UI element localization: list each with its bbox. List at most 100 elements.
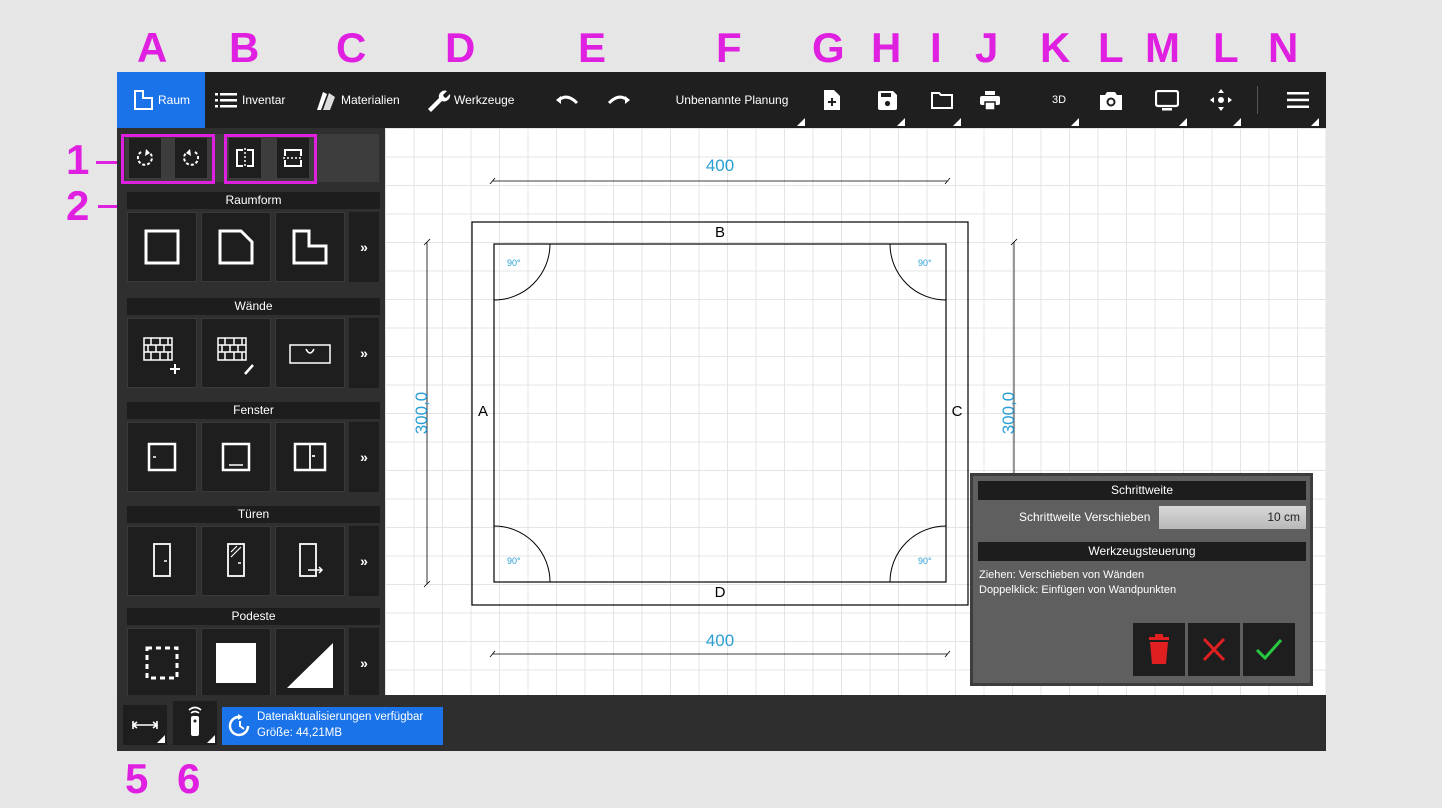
monitor-icon bbox=[1155, 89, 1179, 110]
cancel-button[interactable] bbox=[1188, 623, 1240, 676]
window-floor-button[interactable] bbox=[201, 422, 271, 492]
schrittweite-input[interactable]: 10 cm bbox=[1159, 506, 1306, 529]
door-single-button[interactable] bbox=[127, 526, 197, 596]
toolbar-divider bbox=[1257, 86, 1258, 114]
window-double-button[interactable] bbox=[275, 422, 345, 492]
new-file-icon bbox=[824, 90, 840, 110]
data-update-button[interactable]: Datenaktualisierungen verfügbar Größe: 4… bbox=[222, 707, 443, 745]
wall-label-c[interactable]: C bbox=[949, 403, 965, 420]
tool-control-panel: Schrittweite Schrittweite Verschieben 10… bbox=[970, 473, 1313, 686]
wall-label-d[interactable]: D bbox=[711, 584, 729, 601]
redo-icon bbox=[607, 95, 630, 105]
raumform-more-button[interactable]: » bbox=[349, 212, 379, 282]
platform-custom-button[interactable] bbox=[127, 628, 197, 695]
update-line-2: Größe: 44,21MB bbox=[257, 727, 343, 739]
annotation-box-2 bbox=[224, 134, 317, 184]
hamburger-menu-icon bbox=[1287, 92, 1309, 108]
dim-bottom-label: 400 bbox=[705, 631, 735, 650]
navigation-button[interactable] bbox=[1199, 72, 1243, 128]
window-single-button[interactable] bbox=[127, 422, 197, 492]
close-icon bbox=[1202, 637, 1226, 662]
tool-sidebar: Raumform » Wände » Fenster » Türen » Pod… bbox=[117, 128, 385, 695]
door-exit-button[interactable] bbox=[275, 526, 345, 596]
add-wall-icon bbox=[143, 337, 180, 374]
tab-werkzeuge[interactable]: Werkzeuge bbox=[425, 72, 525, 128]
dim-left-label: 300,0 bbox=[412, 391, 431, 435]
new-plan-button[interactable] bbox=[815, 72, 849, 128]
move-arrows-icon bbox=[1210, 89, 1232, 111]
corner-arc-tr bbox=[889, 243, 947, 301]
marker-1: 1 bbox=[66, 136, 90, 183]
planning-name-button[interactable]: Unbenannte Planung bbox=[657, 72, 807, 128]
corner-arc-br bbox=[889, 525, 947, 583]
marker-h: H bbox=[871, 24, 902, 71]
marker-g: G bbox=[812, 24, 845, 71]
list-icon bbox=[215, 93, 237, 108]
square-room-icon bbox=[144, 229, 180, 265]
wall-label-a[interactable]: A bbox=[475, 403, 491, 420]
wall-label-b[interactable]: B bbox=[711, 224, 729, 241]
l-room-icon bbox=[292, 229, 328, 265]
dropdown-corner-icon bbox=[953, 118, 961, 126]
view-3d-button[interactable]: 3D bbox=[1037, 72, 1081, 128]
open-folder-button[interactable] bbox=[921, 72, 963, 128]
marker-b: B bbox=[229, 24, 260, 71]
tab-raum[interactable]: Raum bbox=[117, 72, 205, 128]
display-button[interactable] bbox=[1145, 72, 1189, 128]
tab-inventar-label: Inventar bbox=[242, 93, 286, 107]
tab-inventar[interactable]: Inventar bbox=[215, 72, 307, 128]
screenshot-button[interactable] bbox=[1093, 72, 1129, 128]
podeste-more-button[interactable]: » bbox=[349, 628, 379, 695]
marker-i: I bbox=[930, 24, 942, 71]
tab-materialien[interactable]: Materialien bbox=[313, 72, 409, 128]
materials-icon bbox=[317, 92, 335, 110]
angle-label-tl: 90° bbox=[507, 258, 521, 268]
delete-button[interactable] bbox=[1133, 623, 1185, 676]
marker-n: N bbox=[1268, 24, 1299, 71]
waende-more-button[interactable]: » bbox=[349, 318, 379, 388]
wall-niche-button[interactable] bbox=[275, 318, 345, 388]
update-clock-icon bbox=[228, 714, 250, 737]
print-button[interactable] bbox=[973, 72, 1007, 128]
room-outer-wall bbox=[471, 221, 969, 606]
room-l-shape-button[interactable] bbox=[275, 212, 345, 282]
angle-label-tr: 90° bbox=[918, 258, 932, 268]
room-shape-icon bbox=[133, 90, 153, 110]
glass-door-icon bbox=[227, 543, 245, 577]
wrench-icon bbox=[428, 90, 451, 112]
print-icon bbox=[980, 90, 1000, 110]
undo-button[interactable] bbox=[549, 72, 585, 128]
werkzeugsteuerung-header: Werkzeugsteuerung bbox=[978, 542, 1306, 561]
schrittweite-header: Schrittweite bbox=[978, 481, 1306, 500]
menu-button[interactable] bbox=[1275, 72, 1321, 128]
platform-square-icon bbox=[216, 643, 256, 683]
corner-arc-tl bbox=[493, 243, 551, 301]
tab-materialien-label: Materialien bbox=[341, 93, 400, 107]
confirm-button[interactable] bbox=[1243, 623, 1295, 676]
app-window: Raum Inventar Materialien Werkzeuge Unbe… bbox=[117, 72, 1326, 751]
dropdown-corner-icon bbox=[897, 118, 905, 126]
add-wall-button[interactable] bbox=[127, 318, 197, 388]
fenster-more-button[interactable]: » bbox=[349, 422, 379, 492]
marker-k: K bbox=[1040, 24, 1071, 71]
room-inner-wall bbox=[493, 243, 947, 583]
marker-e: E bbox=[578, 24, 607, 71]
window-single-icon bbox=[147, 442, 177, 472]
save-button[interactable] bbox=[867, 72, 907, 128]
redo-button[interactable] bbox=[601, 72, 637, 128]
platform-square-button[interactable] bbox=[201, 628, 271, 695]
section-tueren: Türen bbox=[127, 506, 380, 523]
schrittweite-label: Schrittweite Verschieben bbox=[1019, 510, 1151, 524]
room-square-button[interactable] bbox=[127, 212, 197, 282]
door-glass-button[interactable] bbox=[201, 526, 271, 596]
room-chamfer-button[interactable] bbox=[201, 212, 271, 282]
platform-triangle-button[interactable] bbox=[275, 628, 345, 695]
camera-icon bbox=[1100, 91, 1122, 110]
tueren-more-button[interactable]: » bbox=[349, 526, 379, 596]
window-double-icon bbox=[293, 442, 327, 472]
measure-width-button[interactable] bbox=[123, 705, 167, 745]
remote-control-button[interactable] bbox=[173, 701, 217, 745]
update-line-1: Datenaktualisierungen verfügbar bbox=[257, 711, 424, 723]
edit-wall-button[interactable] bbox=[201, 318, 271, 388]
dropdown-corner-icon bbox=[207, 735, 215, 743]
